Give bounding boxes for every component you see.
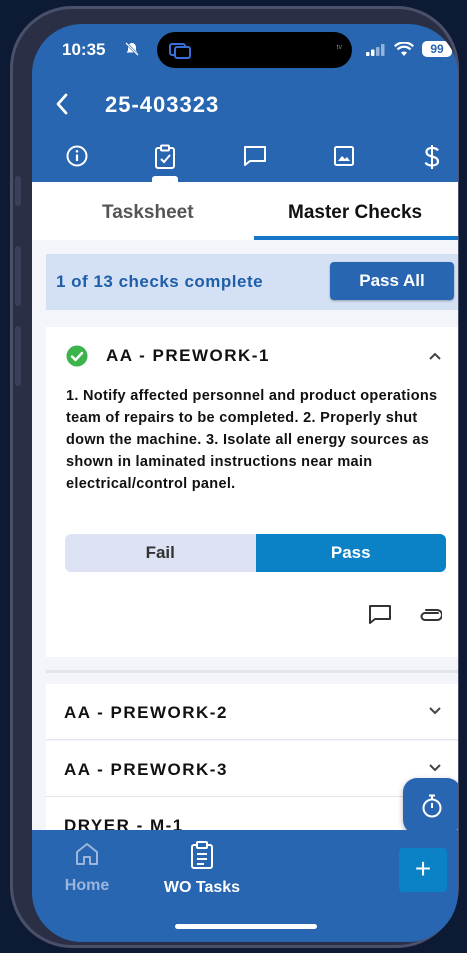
- content-area: Tasksheet Master Checks 1 of 13 checks c…: [32, 182, 458, 853]
- timer-fab-button[interactable]: [403, 778, 458, 834]
- check-row-title: AA - PREWORK-3: [64, 760, 228, 779]
- info-icon[interactable]: [65, 144, 89, 168]
- check-row-title: AA - PREWORK-2: [64, 703, 228, 722]
- side-button: [15, 326, 21, 386]
- dynamic-island: tv: [157, 32, 352, 68]
- checks-summary-bar: 1 of 13 checks complete Pass All: [46, 254, 458, 310]
- side-button: [15, 246, 21, 306]
- status-bar: 10:35 tv 99: [32, 24, 458, 80]
- screen: 10:35 tv 99 25-403323 Tasksheet Master C…: [32, 24, 458, 942]
- bell-muted-icon: [125, 42, 139, 56]
- tab-bar: Tasksheet Master Checks: [32, 182, 458, 240]
- back-arrow-icon[interactable]: [54, 92, 70, 116]
- check-circle-icon: [66, 345, 88, 367]
- check-instructions: 1. Notify affected personnel and product…: [66, 388, 438, 492]
- screen-mirror-icon: [169, 43, 191, 59]
- check-row[interactable]: AA - PREWORK-3: [46, 741, 458, 797]
- home-indicator[interactable]: [175, 924, 317, 929]
- nav-wo-tasks-label: WO Tasks: [163, 879, 241, 896]
- side-button: [15, 176, 21, 206]
- home-icon: [76, 843, 98, 865]
- comment-icon[interactable]: [368, 604, 392, 626]
- dollar-icon[interactable]: [422, 144, 442, 170]
- image-icon[interactable]: [332, 144, 356, 168]
- work-order-number: 25-403323: [105, 92, 220, 117]
- section-toolbar: [32, 140, 458, 182]
- stopwatch-icon: [422, 794, 442, 818]
- chevron-up-icon[interactable]: [428, 351, 442, 361]
- check-card-expanded: AA - PREWORK-1 1. Notify affected person…: [46, 327, 458, 657]
- clipboard-check-icon[interactable]: [153, 144, 177, 170]
- app-header: 25-403323: [32, 80, 458, 130]
- status-time: 10:35: [62, 40, 106, 59]
- tab-master-checks[interactable]: Master Checks: [288, 202, 422, 224]
- tab-tasksheet[interactable]: Tasksheet: [102, 202, 194, 224]
- clipboard-list-icon: [191, 841, 213, 869]
- section-divider: [46, 670, 458, 673]
- nav-home-label: Home: [64, 877, 110, 894]
- paperclip-icon[interactable]: [418, 608, 442, 622]
- fail-button[interactable]: Fail: [65, 534, 256, 572]
- nav-wo-tasks[interactable]: WO Tasks: [152, 840, 252, 897]
- chevron-down-icon[interactable]: [428, 706, 442, 716]
- wifi-icon: [394, 42, 414, 56]
- check-row[interactable]: AA - PREWORK-2: [46, 684, 458, 740]
- battery-indicator: 99: [422, 41, 452, 57]
- pass-all-button[interactable]: Pass All: [330, 262, 454, 300]
- cellular-signal-icon: [366, 44, 385, 56]
- nav-home[interactable]: Home: [62, 840, 112, 895]
- active-tab-underline: [254, 236, 458, 240]
- phone-frame: 10:35 tv 99 25-403323 Tasksheet Master C…: [10, 6, 459, 948]
- pass-button[interactable]: Pass: [255, 534, 446, 572]
- checks-progress-text: 1 of 13 checks complete: [56, 272, 264, 291]
- pass-fail-toggle: Fail Pass: [65, 534, 446, 572]
- check-title: AA - PREWORK-1: [106, 346, 270, 365]
- chevron-down-icon[interactable]: [428, 763, 442, 773]
- add-button[interactable]: +: [399, 848, 447, 892]
- island-tv-label: tv: [336, 44, 342, 51]
- comment-icon[interactable]: [242, 144, 268, 168]
